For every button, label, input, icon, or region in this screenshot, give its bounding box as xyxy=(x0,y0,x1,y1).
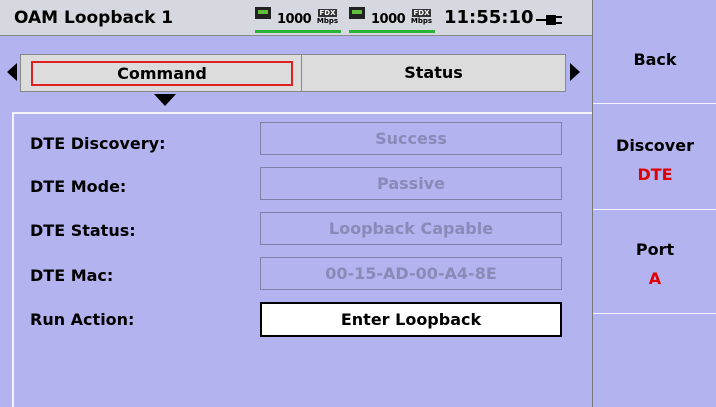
tab-strip: Command Status xyxy=(20,54,566,92)
run-action-select[interactable]: Enter Loopback xyxy=(260,302,562,337)
empty-softkey xyxy=(593,314,716,407)
dte-mac-label: DTE Mac: xyxy=(30,266,114,285)
softkey-panel: Back Discover DTE Port A xyxy=(592,0,716,407)
dte-status-value: Loopback Capable xyxy=(260,212,562,245)
dte-mac-value: 00-15-AD-00-A4-8E xyxy=(260,257,562,290)
dte-mode-label: DTE Mode: xyxy=(30,177,127,196)
status-header: OAM Loopback 1 1000 FDX Mbps 1000 FDX Mb… xyxy=(0,0,592,36)
ethernet-port-icon xyxy=(349,7,365,19)
port-1-duplex: FDX Mbps xyxy=(316,9,339,25)
discover-dte-button[interactable]: Discover DTE xyxy=(593,104,716,210)
dte-discovery-value: Success xyxy=(260,122,562,155)
tab-status[interactable]: Status xyxy=(301,55,565,91)
tab-command-label: Command xyxy=(31,61,293,86)
run-action-label: Run Action: xyxy=(30,310,135,329)
port-button-label: Port xyxy=(635,240,675,259)
loopback-command-panel: DTE Discovery: Success DTE Mode: Passive… xyxy=(12,112,592,407)
discover-button-value: DTE xyxy=(637,165,673,184)
back-button[interactable]: Back xyxy=(593,0,716,104)
tab-left-arrow-icon[interactable] xyxy=(7,63,17,81)
ethernet-port-icon xyxy=(255,7,271,19)
port-button-value: A xyxy=(648,269,662,288)
discover-button-label: Discover xyxy=(616,136,694,155)
port-1-status: 1000 FDX Mbps xyxy=(255,7,347,33)
dte-mode-value: Passive xyxy=(260,167,562,200)
port-2-duplex: FDX Mbps xyxy=(410,9,433,25)
app-title: OAM Loopback 1 xyxy=(14,8,174,28)
tab-right-arrow-icon[interactable] xyxy=(570,63,580,81)
port-2-speed: 1000 xyxy=(371,12,406,27)
port-1-link-indicator xyxy=(255,30,341,33)
port-2-status: 1000 FDX Mbps xyxy=(349,7,439,33)
back-button-label: Back xyxy=(633,50,677,69)
dte-discovery-label: DTE Discovery: xyxy=(30,134,166,153)
port-1-speed: 1000 xyxy=(277,12,312,27)
ac-plug-icon xyxy=(536,15,562,25)
port-2-link-indicator xyxy=(349,30,435,33)
dte-status-label: DTE Status: xyxy=(30,221,136,240)
clock: 11:55:10 xyxy=(444,7,534,28)
selected-tab-indicator-icon xyxy=(154,94,176,106)
tab-bar: Command Status xyxy=(0,36,592,108)
port-select-button[interactable]: Port A xyxy=(593,210,716,314)
tab-command[interactable]: Command xyxy=(21,55,301,91)
